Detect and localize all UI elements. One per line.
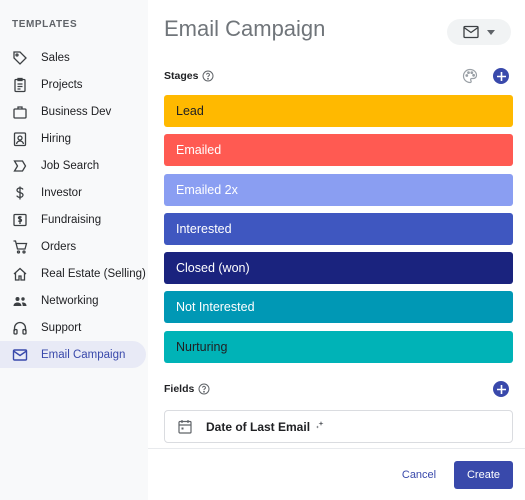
page-title: Email Campaign — [164, 16, 326, 41]
sidebar-item-label: Job Search — [41, 159, 100, 172]
sidebar-item-label: Investor — [41, 186, 82, 199]
add-field-button[interactable] — [493, 381, 509, 397]
chevron-down-icon — [487, 29, 495, 35]
stage-closed-won[interactable]: Closed (won) — [164, 252, 513, 285]
templates-sidebar: TEMPLATES Sales Projects Business Dev Hi… — [0, 0, 148, 500]
fields-label: Fields — [164, 383, 195, 395]
sidebar-item-support[interactable]: Support — [0, 314, 148, 341]
stage-label: Nurturing — [176, 339, 228, 354]
stage-label: Not Interested — [176, 300, 255, 315]
stage-label: Emailed — [176, 143, 222, 158]
footer-divider — [148, 448, 525, 449]
sidebar-list: Sales Projects Business Dev Hiring Job S — [0, 44, 148, 368]
home-icon — [11, 265, 29, 283]
sidebar-item-label: Real Estate (Selling) — [41, 267, 146, 280]
mail-icon — [11, 346, 29, 364]
cancel-button[interactable]: Cancel — [392, 464, 446, 486]
dollar-icon — [11, 184, 29, 202]
headset-icon — [11, 319, 29, 337]
sidebar-item-label: Hiring — [41, 132, 72, 145]
stage-interested[interactable]: Interested — [164, 212, 513, 245]
stage-label: Closed (won) — [176, 261, 250, 276]
sparkle-icon — [315, 421, 324, 432]
palette-icon[interactable] — [461, 67, 479, 85]
mail-icon — [463, 25, 479, 39]
field-label: Date of Last Email — [206, 419, 311, 434]
sidebar-item-label: Fundraising — [41, 213, 102, 226]
stage-emailed[interactable]: Emailed — [164, 134, 513, 167]
add-stage-button[interactable] — [493, 68, 509, 84]
fields-heading: Fields — [164, 383, 210, 395]
badge-icon — [11, 130, 29, 148]
sidebar-item-networking[interactable]: Networking — [0, 287, 148, 314]
template-detail-panel: Email Campaign Stages Lead Emailed Email… — [148, 0, 525, 500]
field-date-of-last-email[interactable]: Date of Last Email — [164, 410, 513, 443]
calendar-icon — [178, 419, 192, 434]
sidebar-item-projects[interactable]: Projects — [0, 71, 148, 98]
sidebar-item-real-estate[interactable]: Real Estate (Selling) — [0, 260, 148, 287]
stage-label: Lead — [176, 104, 204, 118]
sidebar-item-label: Networking — [41, 294, 99, 307]
stages-heading: Stages — [164, 70, 214, 82]
sidebar-item-business-dev[interactable]: Business Dev — [0, 98, 148, 125]
plus-icon — [496, 71, 506, 81]
money-icon — [11, 211, 29, 229]
template-type-dropdown[interactable] — [447, 19, 511, 45]
sidebar-item-hiring[interactable]: Hiring — [0, 125, 148, 152]
sidebar-item-label: Orders — [41, 240, 77, 253]
cart-icon — [11, 238, 29, 256]
tag-icon — [11, 49, 29, 67]
stage-not-interested[interactable]: Not Interested — [164, 291, 513, 324]
chevron-tag-icon — [11, 157, 29, 175]
sidebar-heading: TEMPLATES — [12, 19, 78, 30]
sidebar-item-label: Sales — [41, 51, 70, 64]
plus-icon — [496, 384, 506, 394]
people-icon — [11, 292, 29, 310]
sidebar-item-email-campaign[interactable]: Email Campaign — [0, 341, 146, 368]
create-button[interactable]: Create — [454, 461, 513, 489]
stage-nurturing[interactable]: Nurturing — [164, 330, 513, 363]
stage-lead[interactable]: Lead — [164, 95, 513, 127]
sidebar-item-investor[interactable]: Investor — [0, 179, 148, 206]
sidebar-item-job-search[interactable]: Job Search — [0, 152, 148, 179]
sidebar-item-label: Support — [41, 321, 82, 334]
sidebar-item-sales[interactable]: Sales — [0, 44, 148, 71]
help-icon[interactable] — [202, 70, 214, 82]
stages-list: Lead Emailed Emailed 2x Interested Close… — [164, 95, 513, 370]
sidebar-item-fundraising[interactable]: Fundraising — [0, 206, 148, 233]
sidebar-item-label: Email Campaign — [41, 348, 126, 361]
stage-label: Emailed 2x — [176, 182, 238, 197]
sidebar-item-label: Business Dev — [41, 105, 112, 118]
stages-label: Stages — [164, 70, 199, 82]
clipboard-icon — [11, 76, 29, 94]
sidebar-item-orders[interactable]: Orders — [0, 233, 148, 260]
stage-emailed-2x[interactable]: Emailed 2x — [164, 173, 513, 206]
sidebar-item-label: Projects — [41, 78, 83, 91]
stage-label: Interested — [176, 221, 232, 236]
help-icon[interactable] — [198, 383, 210, 395]
briefcase-icon — [11, 103, 29, 121]
